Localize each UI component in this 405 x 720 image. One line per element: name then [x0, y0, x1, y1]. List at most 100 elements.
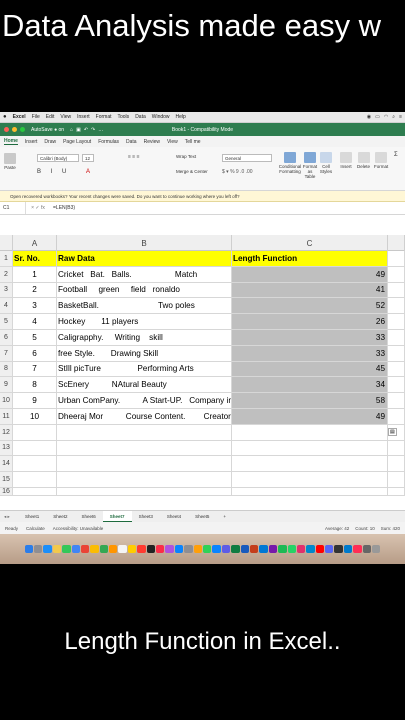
conditional-formatting-button[interactable]: Conditional Formatting: [279, 152, 301, 174]
word-icon[interactable]: [240, 544, 249, 554]
cell-length[interactable]: 34: [232, 377, 388, 393]
wrap-text-button[interactable]: Wrap Text: [176, 154, 196, 159]
cell[interactable]: [232, 472, 388, 487]
music-icon[interactable]: [156, 544, 165, 554]
save-icon[interactable]: ▣: [76, 127, 81, 133]
row-number[interactable]: 7: [0, 345, 13, 361]
tab-draw[interactable]: Draw: [44, 139, 56, 145]
downloads-icon[interactable]: [362, 544, 372, 554]
onenote-icon[interactable]: [268, 544, 278, 554]
cell-length[interactable]: 49: [232, 266, 388, 282]
youtube-icon[interactable]: [315, 544, 325, 554]
cell[interactable]: [13, 424, 57, 440]
cell-d[interactable]: [388, 487, 405, 495]
menu-edit[interactable]: Edit: [46, 114, 55, 120]
sheet-tab[interactable]: Sheet1: [18, 511, 46, 522]
cell[interactable]: [13, 440, 57, 456]
cell-sr-no[interactable]: 3: [13, 298, 57, 314]
cell-raw-data[interactable]: Urban ComPany. A Start-UP. Company in in…: [57, 393, 232, 408]
cell-raw-data[interactable]: Caligrapphy. Writing skill: [57, 329, 232, 345]
sheet-nav-icon[interactable]: ◂ ▸: [4, 514, 18, 520]
tv-icon[interactable]: [146, 544, 156, 554]
cell-d[interactable]: ▤: [388, 424, 405, 440]
row-number[interactable]: 16: [0, 487, 13, 495]
row-number[interactable]: 9: [0, 377, 13, 393]
row-number[interactable]: 6: [0, 329, 13, 345]
cell-d[interactable]: [388, 377, 405, 393]
cell-d[interactable]: [388, 361, 405, 377]
cell[interactable]: [232, 487, 388, 495]
telegram-icon[interactable]: [306, 544, 315, 554]
paste-button[interactable]: Paste: [4, 153, 16, 170]
row-number[interactable]: 2: [0, 266, 13, 282]
facetime-icon[interactable]: [99, 544, 109, 554]
cell-raw-data[interactable]: Hockey 11 players: [57, 314, 232, 329]
cell-length[interactable]: 41: [232, 282, 388, 298]
photos-icon[interactable]: [90, 544, 99, 554]
cell[interactable]: [57, 424, 232, 440]
cell-raw-data[interactable]: BasketBall. Two poles: [57, 298, 232, 314]
cell-raw-data[interactable]: ScEnery NAtural Beauty: [57, 377, 232, 393]
chrome-icon[interactable]: [52, 544, 62, 554]
menu-view[interactable]: View: [60, 114, 71, 120]
cell-raw-data[interactable]: free Style. Drawing Skill: [57, 345, 232, 361]
align-icons[interactable]: ≡ ≡ ≡: [128, 154, 140, 160]
home-icon[interactable]: ⌂: [70, 127, 73, 133]
tab-page-layout[interactable]: Page Layout: [63, 139, 91, 145]
mail-icon[interactable]: [71, 544, 80, 554]
maps-icon[interactable]: [80, 544, 90, 554]
wifi-icon[interactable]: ◠: [384, 114, 388, 120]
discord-icon[interactable]: [325, 544, 334, 554]
merge-center-button[interactable]: Merge & Center: [176, 169, 208, 174]
menu-window[interactable]: Window: [152, 114, 170, 120]
sheet-tab[interactable]: Sheet2: [46, 511, 74, 522]
launchpad-icon[interactable]: [33, 544, 43, 554]
search-icon[interactable]: ⌕: [392, 114, 395, 120]
cell-raw-data[interactable]: Football green field ronaldo: [57, 282, 232, 298]
cell-length[interactable]: 58: [232, 393, 388, 408]
sheet-tab[interactable]: Sheet4: [160, 511, 188, 522]
menu-data[interactable]: Data: [135, 114, 146, 120]
format-cells-button[interactable]: Format: [374, 152, 388, 169]
cell-d[interactable]: [388, 345, 405, 361]
minimize-icon[interactable]: [12, 127, 17, 132]
settings-icon[interactable]: [184, 544, 193, 554]
cell-sr-no[interactable]: 1: [13, 266, 57, 282]
cell-d[interactable]: [388, 456, 405, 472]
contacts-icon[interactable]: [118, 544, 127, 554]
cell-d[interactable]: [388, 298, 405, 314]
redo-icon[interactable]: ↷: [91, 127, 95, 133]
screen-recorder-icon[interactable]: [353, 544, 362, 554]
row-number[interactable]: 10: [0, 393, 13, 408]
cell-length[interactable]: 49: [232, 408, 388, 424]
cell[interactable]: [13, 472, 57, 487]
more-icon[interactable]: …: [98, 127, 103, 133]
cell[interactable]: [13, 456, 57, 472]
cell-d[interactable]: [388, 314, 405, 329]
teams-icon[interactable]: [221, 544, 231, 554]
cell-length[interactable]: 33: [232, 345, 388, 361]
row-number[interactable]: 8: [0, 361, 13, 377]
messages-icon[interactable]: [62, 544, 71, 554]
row-number[interactable]: 12: [0, 424, 13, 440]
column-header-c[interactable]: C: [232, 235, 388, 251]
record-icon[interactable]: ◉: [367, 114, 371, 120]
cell-raw-data[interactable]: Dheeraj Mor Course Content. Creator: [57, 408, 232, 424]
cell[interactable]: [57, 440, 232, 456]
fx-icon[interactable]: × ✓ fx: [26, 205, 50, 211]
cell-d[interactable]: [388, 440, 405, 456]
cell-d[interactable]: [388, 251, 405, 266]
number-format-icons[interactable]: $ ▾ % 9 .0 .00: [222, 169, 253, 175]
cell-sr-no[interactable]: 10: [13, 408, 57, 424]
cell-length[interactable]: 52: [232, 298, 388, 314]
cell-d[interactable]: [388, 393, 405, 408]
status-accessibility[interactable]: Accessibility: Unavailable: [53, 526, 104, 531]
column-header-a[interactable]: A: [13, 235, 57, 251]
cell-d[interactable]: [388, 266, 405, 282]
sheet-tab[interactable]: Sheet3: [132, 511, 160, 522]
finder-icon[interactable]: [24, 544, 33, 554]
status-calculate[interactable]: Calculate: [26, 526, 45, 531]
sheet-tab[interactable]: Sheet6: [75, 511, 103, 522]
notes-icon[interactable]: [127, 544, 137, 554]
cell-d[interactable]: [388, 329, 405, 345]
